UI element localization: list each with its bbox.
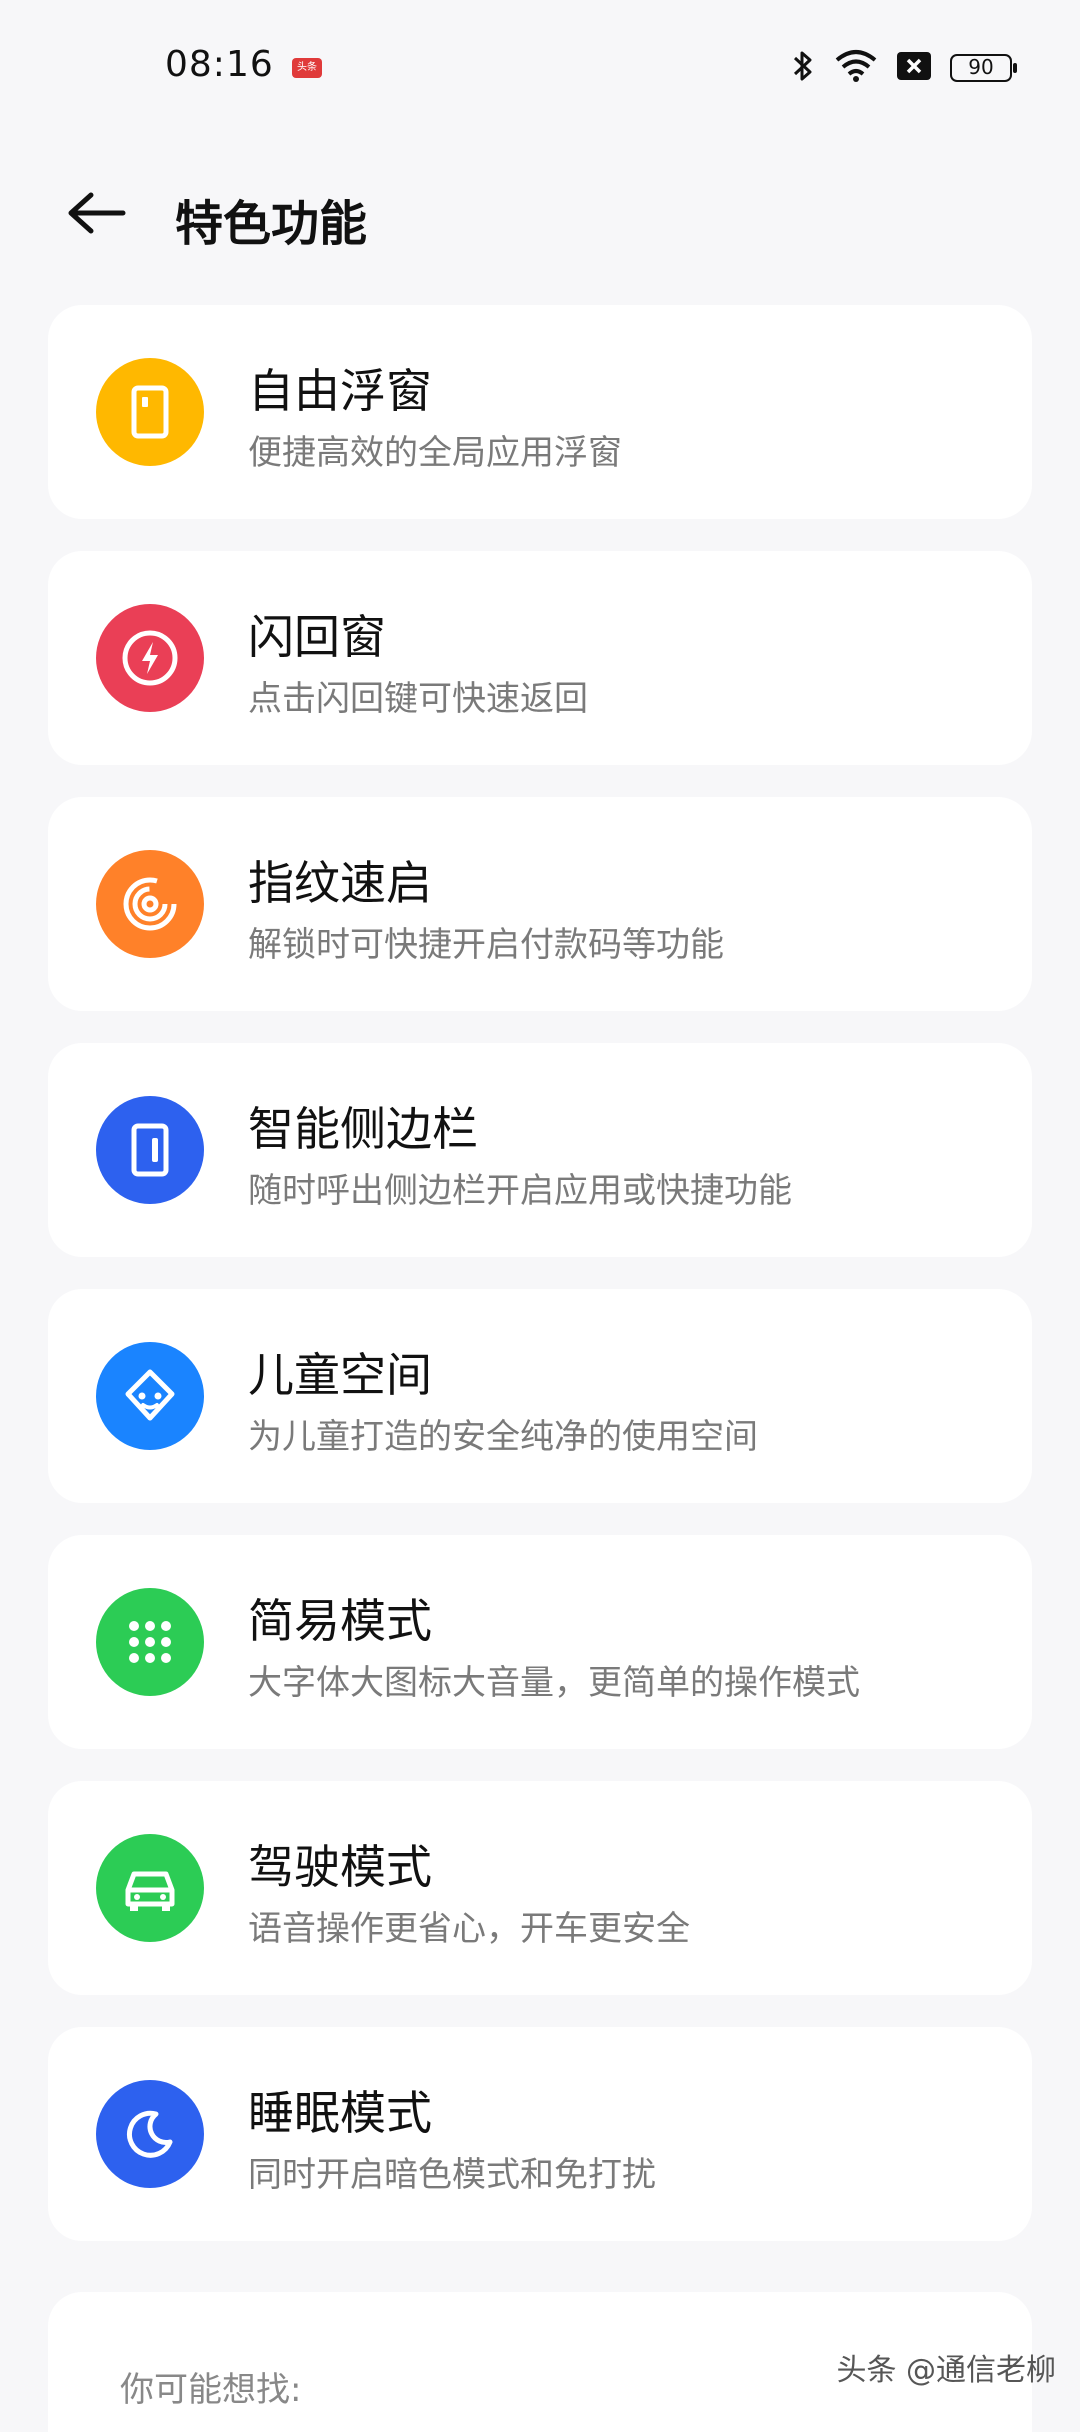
feature-subtitle: 便捷高效的全局应用浮窗 <box>248 433 622 473</box>
feature-title: 驾驶模式 <box>248 1840 432 1894</box>
wifi-icon <box>834 48 878 88</box>
watermark: 头条 @通信老柳 <box>836 2353 1056 2388</box>
feature-subtitle: 点击闪回键可快速返回 <box>248 679 588 719</box>
status-icons: 90 <box>790 48 1017 88</box>
car-icon <box>96 1834 204 1942</box>
feature-title: 智能侧边栏 <box>248 1102 478 1156</box>
feature-subtitle: 为儿童打造的安全纯净的使用空间 <box>248 1417 758 1457</box>
suggestions-label: 你可能想找: <box>120 2370 302 2410</box>
flashback-icon <box>96 604 204 712</box>
header: 特色功能 <box>0 160 1080 270</box>
feature-title: 闪回窗 <box>248 610 386 664</box>
feature-title: 儿童空间 <box>248 1348 432 1402</box>
feature-card-flashback[interactable]: 闪回窗 点击闪回键可快速返回 <box>48 551 1032 765</box>
sidebar-icon <box>96 1096 204 1204</box>
feature-card-floating-window[interactable]: 自由浮窗 便捷高效的全局应用浮窗 <box>48 305 1032 519</box>
feature-title: 睡眠模式 <box>248 2086 432 2140</box>
no-sim-icon <box>896 51 932 85</box>
feature-list: 自由浮窗 便捷高效的全局应用浮窗 闪回窗 点击闪回键可快速返回 指纹速启 解锁时… <box>48 305 1032 2273</box>
feature-subtitle: 语音操作更省心，开车更安全 <box>248 1909 690 1949</box>
battery-indicator: 90 <box>950 54 1017 82</box>
bluetooth-icon <box>790 48 816 88</box>
feature-card-fingerprint[interactable]: 指纹速启 解锁时可快捷开启付款码等功能 <box>48 797 1032 1011</box>
feature-subtitle: 同时开启暗色模式和免打扰 <box>248 2155 656 2195</box>
feature-subtitle: 解锁时可快捷开启付款码等功能 <box>248 925 724 965</box>
feature-card-smart-sidebar[interactable]: 智能侧边栏 随时呼出侧边栏开启应用或快捷功能 <box>48 1043 1032 1257</box>
feature-title: 简易模式 <box>248 1594 432 1648</box>
status-bar: 08:16 头条 90 <box>0 0 1080 140</box>
page-title: 特色功能 <box>175 196 368 252</box>
notification-badge: 头条 <box>292 58 322 78</box>
back-button[interactable] <box>60 178 134 252</box>
feature-title: 自由浮窗 <box>248 364 432 418</box>
floating-window-icon <box>96 358 204 466</box>
feature-subtitle: 随时呼出侧边栏开启应用或快捷功能 <box>248 1171 792 1211</box>
child-face-icon <box>96 1342 204 1450</box>
moon-icon <box>96 2080 204 2188</box>
feature-card-kids-space[interactable]: 儿童空间 为儿童打造的安全纯净的使用空间 <box>48 1289 1032 1503</box>
grid-dots-icon <box>96 1588 204 1696</box>
feature-card-driving-mode[interactable]: 驾驶模式 语音操作更省心，开车更安全 <box>48 1781 1032 1995</box>
status-time: 08:16 <box>165 44 274 85</box>
feature-title: 指纹速启 <box>248 856 432 910</box>
back-arrow-icon <box>67 191 127 239</box>
feature-subtitle: 大字体大图标大音量，更简单的操作模式 <box>248 1663 860 1703</box>
feature-card-sleep-mode[interactable]: 睡眠模式 同时开启暗色模式和免打扰 <box>48 2027 1032 2241</box>
fingerprint-icon <box>96 850 204 958</box>
feature-card-simple-mode[interactable]: 简易模式 大字体大图标大音量，更简单的操作模式 <box>48 1535 1032 1749</box>
